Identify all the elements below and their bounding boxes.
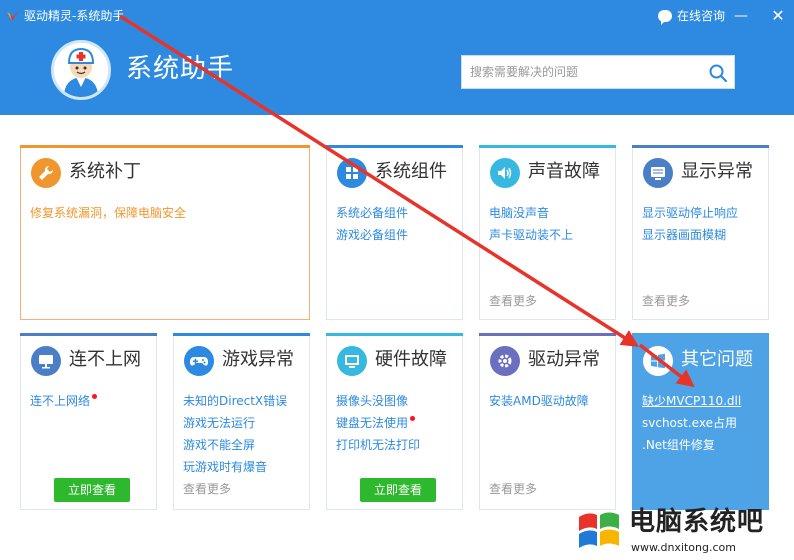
link-keyboard-fault-label: 键盘无法使用: [336, 416, 409, 430]
new-badge-dot: [410, 416, 416, 421]
app-logo-icon: [7, 10, 19, 21]
windows-logo-icon: [579, 512, 619, 548]
card-sound-fault[interactable]: 声音故障 电脑没声音 声卡驱动装不上 查看更多: [479, 145, 616, 320]
new-badge-dot: [92, 394, 98, 399]
link-game-cannot-run[interactable]: 游戏无法运行: [183, 412, 287, 434]
card-accent: [479, 145, 616, 148]
doctor-icon: [54, 43, 108, 97]
card-other-issues[interactable]: 其它问题 缺少MVCP110.dll svchost.exe占用 .Net组件修…: [632, 333, 769, 510]
card-no-network[interactable]: 连不上网 连不上网络 立即查看: [20, 333, 157, 510]
search-icon[interactable]: [708, 63, 728, 83]
link-game-fullscreen[interactable]: 游戏不能全屏: [183, 434, 287, 456]
online-consult-label: 在线咨询: [677, 9, 726, 23]
windows-icon: [643, 346, 673, 376]
watermark-url: www.dnxitong.com: [631, 541, 736, 554]
card-accent: [632, 145, 769, 148]
search-box: [461, 55, 735, 89]
card-system-patch[interactable]: 系统补丁 修复系统漏洞，保障电脑安全: [20, 145, 310, 320]
card-driver-error[interactable]: 驱动异常 安装AMD驱动故障 查看更多: [479, 333, 616, 510]
card-accent: [20, 333, 157, 336]
gamepad-icon: [184, 346, 214, 376]
link-printer-fault[interactable]: 打印机无法打印: [336, 434, 420, 456]
minimize-button[interactable]: —: [731, 6, 751, 26]
doctor-avatar: [51, 40, 111, 100]
hardware-icon: [337, 346, 367, 376]
card-title: 显示异常: [681, 161, 753, 182]
card-system-components[interactable]: 系统组件 系统必备组件 游戏必备组件: [326, 145, 463, 320]
card-hardware-fault[interactable]: 硬件故障 摄像头没图像 键盘无法使用 打印机无法打印 立即查看: [326, 333, 463, 510]
chat-icon: [658, 10, 672, 25]
card-title: 系统组件: [375, 161, 447, 182]
link-game-crackle[interactable]: 玩游戏时有爆音: [183, 456, 287, 478]
link-amd-driver[interactable]: 安装AMD驱动故障: [489, 390, 589, 412]
close-button[interactable]: ✕: [768, 6, 788, 26]
card-title: 驱动异常: [528, 349, 600, 370]
link-game-components[interactable]: 游戏必备组件: [336, 224, 408, 246]
link-screen-blurry[interactable]: 显示器画面模糊: [642, 224, 738, 246]
link-directx-error[interactable]: 未知的DirectX错误: [183, 390, 287, 412]
card-accent: [173, 333, 310, 336]
view-more-link[interactable]: 查看更多: [489, 480, 537, 497]
puzzle-icon: [337, 158, 367, 188]
link-sound-driver[interactable]: 声卡驱动装不上: [489, 224, 573, 246]
card-title: 硬件故障: [375, 349, 447, 370]
link-fix-vulnerability[interactable]: 修复系统漏洞，保障电脑安全: [30, 202, 186, 224]
card-title: 系统补丁: [69, 161, 141, 182]
title-bar: 驱动精灵-系统助手 在线咨询 — ✕: [0, 0, 794, 32]
view-more-link[interactable]: 查看更多: [642, 292, 690, 309]
card-accent: [326, 145, 463, 148]
card-accent: [20, 145, 310, 148]
card-display-error[interactable]: 显示异常 显示驱动停止响应 显示器画面模糊 查看更多: [632, 145, 769, 320]
speaker-icon: [490, 158, 520, 188]
watermark-text: 电脑系统吧: [629, 507, 765, 537]
header-bar: 驱动精灵-系统助手 在线咨询 — ✕ 系统助手: [0, 0, 794, 115]
window-title: 驱动精灵-系统助手: [24, 9, 125, 23]
card-title: 声音故障: [528, 161, 600, 182]
monitor-icon: [643, 158, 673, 188]
page-title: 系统助手: [126, 54, 235, 84]
search-input[interactable]: [462, 56, 702, 88]
link-keyboard-fault[interactable]: 键盘无法使用: [336, 412, 420, 434]
link-camera-no-image[interactable]: 摄像头没图像: [336, 390, 420, 412]
card-title: 其它问题: [681, 349, 753, 370]
watermark: 电脑系统吧 www.dnxitong.com: [575, 505, 794, 560]
link-no-network-label: 连不上网络: [30, 394, 91, 408]
link-no-sound[interactable]: 电脑没声音: [489, 202, 573, 224]
card-accent: [479, 333, 616, 336]
gear-icon: [490, 346, 520, 376]
link-missing-mvcp110[interactable]: 缺少MVCP110.dll: [642, 390, 741, 412]
link-dotnet-repair[interactable]: .Net组件修复: [642, 434, 741, 456]
view-now-button[interactable]: 立即查看: [360, 478, 436, 502]
network-icon: [31, 346, 61, 376]
view-more-link[interactable]: 查看更多: [489, 292, 537, 309]
view-now-button[interactable]: 立即查看: [54, 478, 130, 502]
card-accent: [326, 333, 463, 336]
link-system-components[interactable]: 系统必备组件: [336, 202, 408, 224]
view-more-link[interactable]: 查看更多: [183, 480, 231, 497]
online-consult-button[interactable]: 在线咨询: [658, 9, 726, 25]
link-display-driver[interactable]: 显示驱动停止响应: [642, 202, 738, 224]
card-title: 连不上网: [69, 349, 141, 370]
link-no-network[interactable]: 连不上网络: [30, 390, 98, 412]
wrench-icon: [31, 158, 61, 188]
card-title: 游戏异常: [222, 349, 294, 370]
link-svchost-usage[interactable]: svchost.exe占用: [642, 412, 741, 434]
card-game-error[interactable]: 游戏异常 未知的DirectX错误 游戏无法运行 游戏不能全屏 玩游戏时有爆音 …: [173, 333, 310, 510]
